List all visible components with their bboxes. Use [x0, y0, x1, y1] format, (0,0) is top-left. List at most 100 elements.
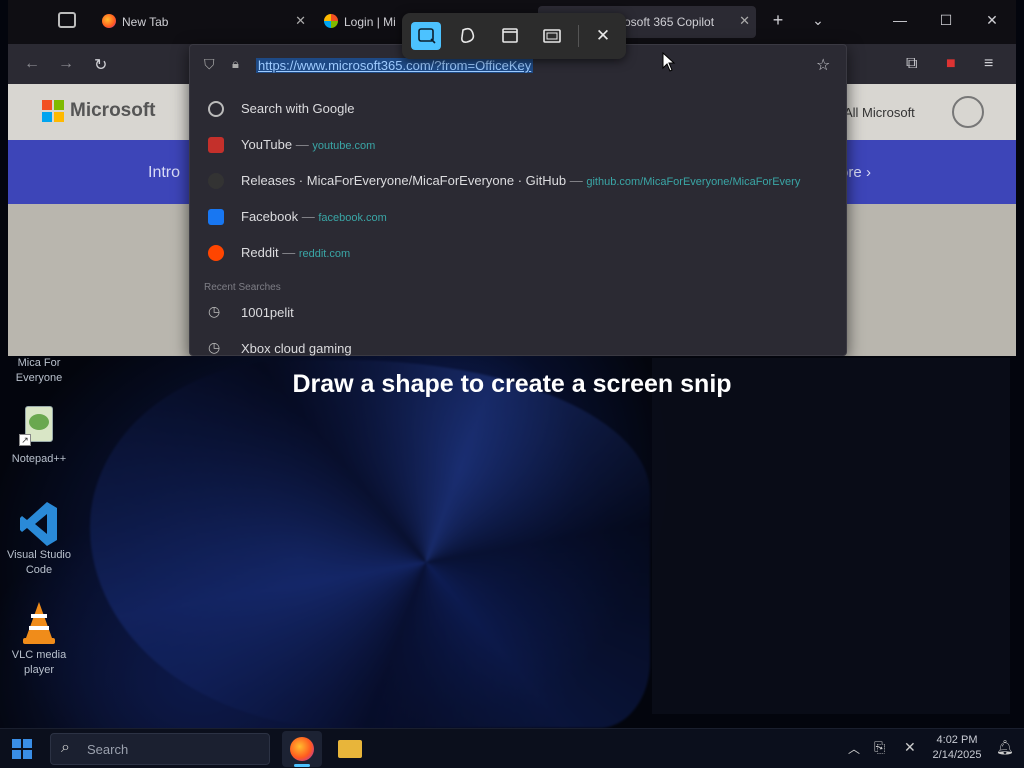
desktop-icon-label: VLC media player — [11, 649, 67, 676]
tab-close-icon[interactable]: ✕ — [739, 13, 750, 29]
url-text[interactable]: https://www.microsoft365.com/?from=Offic… — [256, 58, 534, 73]
all-microsoft-menu[interactable]: All Microsoft — [844, 105, 915, 120]
close-snip-button[interactable]: ✕ — [588, 22, 618, 50]
desktop-icon-notepadpp[interactable]: ↗ Notepad++ — [2, 404, 76, 467]
menu-icon[interactable]: ≡ — [984, 55, 993, 73]
suggestion-title: Search with Google — [241, 101, 355, 116]
reddit-icon — [208, 245, 224, 261]
tab-new-tab[interactable]: New Tab ✕ — [92, 6, 312, 38]
tab-label: Login | Mi — [344, 15, 396, 29]
network-icon[interactable]: ⎘ — [874, 739, 885, 756]
suggestion-url: facebook.com — [318, 212, 387, 224]
shield-icon[interactable]: ⛉ — [204, 56, 215, 73]
volume-muted-icon[interactable]: ✕ — [904, 739, 916, 756]
youtube-icon — [208, 137, 224, 153]
microsoft-favicon-icon — [324, 14, 338, 28]
freeform-snip-icon — [461, 27, 475, 43]
suggestion-search-google[interactable]: Search with Google — [190, 91, 846, 127]
desktop-icon-vlc[interactable]: VLC media player — [2, 600, 76, 678]
new-tab-button[interactable]: + — [768, 10, 788, 31]
recent-search-item[interactable]: ◷ Xbox cloud gaming — [190, 331, 846, 356]
suggestion-url: youtube.com — [312, 140, 376, 152]
back-arrow-icon[interactable]: ← — [24, 55, 40, 73]
account-avatar-icon[interactable] — [952, 96, 984, 128]
google-search-icon — [208, 101, 224, 117]
tray-clock[interactable]: 4:02 PM 2/14/2025 — [928, 733, 986, 763]
suggestion-title: Reddit — [241, 245, 279, 260]
lock-icon[interactable]: 🔒︎ — [232, 56, 239, 72]
active-indicator — [294, 764, 310, 767]
close-icon: ✕ — [595, 26, 611, 45]
window-snip-icon — [502, 28, 518, 43]
reload-icon[interactable]: ↻ — [94, 55, 107, 75]
notification-bell-icon[interactable]: 🔔︎ — [996, 739, 1014, 756]
tray-chevron-up-icon[interactable]: ︿ — [848, 740, 860, 757]
suggestion-url: reddit.com — [298, 248, 351, 260]
suggestion-github[interactable]: Releases · MicaForEveryone/MicaForEveryo… — [190, 163, 846, 199]
windows-start-icon[interactable] — [12, 739, 32, 759]
snip-instruction: Draw a shape to create a screen snip — [292, 370, 732, 398]
notepadpp-icon: ↗ — [19, 404, 59, 448]
taskbar: ⌕ Search ︿ ⎘ ✕ 4:02 PM 2/14/2025 🔔︎ — [0, 728, 1024, 768]
fullscreen-snip-icon — [543, 29, 561, 43]
firefox-view-icon[interactable] — [58, 12, 76, 28]
url-dropdown: ⛉ 🔒︎ https://www.microsoft365.com/?from=… — [189, 44, 847, 356]
suggestion-dash: — — [295, 137, 309, 152]
forward-arrow-icon[interactable]: → — [58, 55, 74, 73]
firefox-favicon-icon — [102, 14, 116, 28]
tab-close-icon[interactable]: ✕ — [295, 13, 306, 29]
extensions-icon[interactable]: ⧉ — [906, 55, 917, 73]
suggestion-url: github.com/MicaForEveryone/MicaForEvery — [586, 176, 801, 188]
facebook-icon — [208, 209, 224, 225]
snip-toolbar: ✕ — [402, 13, 626, 59]
suggestion-title: YouTube — [241, 137, 293, 152]
search-icon: ⌕ — [61, 739, 70, 756]
clock-icon: ◷ — [208, 303, 221, 319]
vscode-icon — [19, 500, 59, 546]
rectangle-snip-icon — [418, 28, 436, 44]
recent-searches-label: Recent Searches — [204, 282, 281, 293]
desktop-icon-label: Notepad++ — [11, 453, 67, 465]
maximize-icon[interactable]: ☐ — [936, 12, 956, 29]
tab-label: New Tab — [122, 15, 169, 29]
taskbar-file-explorer[interactable] — [330, 731, 370, 767]
minimize-icon[interactable]: — — [890, 12, 910, 28]
close-window-icon[interactable]: ✕ — [982, 12, 1002, 29]
suggestion-facebook[interactable]: Facebook — facebook.com — [190, 199, 846, 235]
search-placeholder: Search — [87, 742, 129, 757]
suggestion-reddit[interactable]: Reddit — reddit.com — [190, 235, 846, 271]
vlc-icon — [19, 600, 59, 644]
clock-icon: ◷ — [208, 339, 221, 355]
microsoft-logo-text: Microsoft — [70, 100, 156, 121]
tab-list-chevron-icon[interactable]: ⌄ — [808, 12, 828, 29]
tab-label: rosoft 365 Copilot — [620, 15, 715, 29]
bookmark-star-icon[interactable]: ☆ — [816, 55, 830, 75]
firefox-icon — [290, 737, 314, 761]
suggestion-dash: — — [282, 245, 296, 260]
clock-date: 2/14/2025 — [932, 749, 982, 761]
toolbar-divider — [578, 25, 579, 47]
taskbar-firefox[interactable] — [282, 731, 322, 767]
github-icon — [208, 173, 224, 189]
rectangle-mode-button[interactable] — [411, 22, 441, 50]
recent-search-item[interactable]: ◷ 1001pelit — [190, 295, 846, 331]
clock-time: 4:02 PM — [936, 734, 978, 746]
suggestion-dash: — — [301, 209, 315, 224]
suggestion-youtube[interactable]: YouTube — youtube.com — [190, 127, 846, 163]
suggestion-title: Releases · MicaForEveryone/MicaForEveryo… — [241, 173, 567, 188]
window-mode-button[interactable] — [495, 22, 525, 50]
recent-search-text: Xbox cloud gaming — [241, 341, 352, 356]
recent-search-text: 1001pelit — [241, 305, 294, 320]
desktop-icon-vscode[interactable]: Visual Studio Code — [2, 500, 76, 578]
freeform-mode-button[interactable] — [453, 22, 483, 50]
chevron-right-icon: › — [866, 164, 871, 181]
folder-icon — [338, 740, 362, 758]
microsoft-logo-icon — [42, 100, 64, 122]
suggestion-title: Facebook — [241, 209, 299, 224]
tab-login[interactable]: Login | Mi — [314, 6, 414, 38]
fullscreen-mode-button[interactable] — [537, 22, 567, 50]
mouse-cursor-icon — [662, 52, 676, 72]
desktop-icon-label: Visual Studio Code — [6, 549, 71, 576]
taskbar-search[interactable]: ⌕ Search — [50, 733, 270, 765]
addon-badge-icon[interactable]: ■ — [946, 55, 956, 73]
